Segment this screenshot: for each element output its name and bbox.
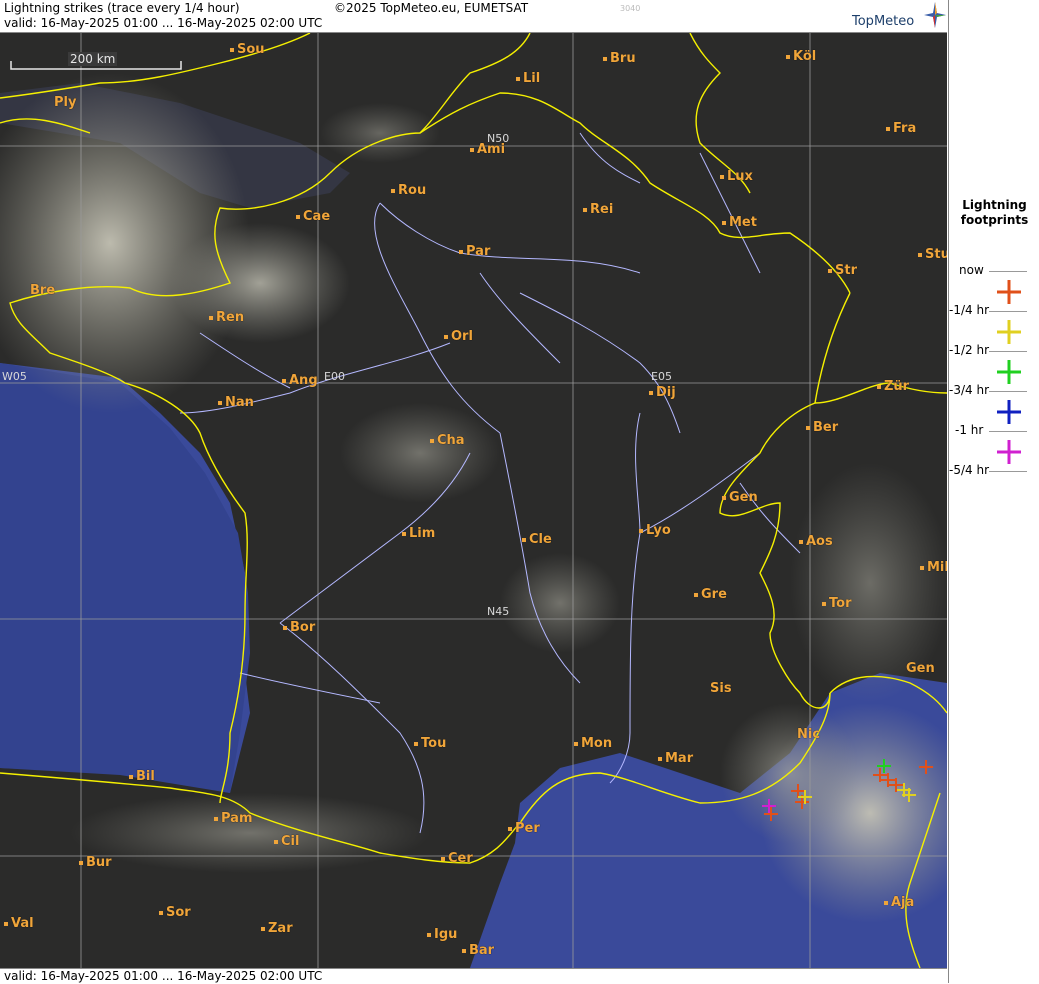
cloud-channel [320, 103, 440, 163]
satellite-map[interactable]: 200 km N50 N45 W05 E00 E05 Sou Bru Köl P… [0, 33, 947, 968]
city-label[interactable]: Nic [797, 727, 820, 742]
cloud-pyrenees [70, 793, 430, 873]
map-canvas [0, 33, 947, 968]
legend-divider [989, 391, 1027, 392]
city-label[interactable]: Sor [159, 905, 191, 920]
city-label[interactable]: Mon [574, 736, 612, 751]
cross-icon-quarter [997, 280, 1021, 304]
city-label[interactable]: Lyo [639, 523, 671, 538]
city-label[interactable]: Ami [470, 142, 505, 157]
grid-label-w05: W05 [2, 370, 27, 383]
city-label[interactable]: Lil [516, 71, 540, 86]
city-label[interactable]: Met [722, 215, 757, 230]
grid-label-e05: E05 [651, 370, 672, 383]
city-label[interactable]: Ber [806, 420, 838, 435]
compass-star-icon [924, 2, 946, 28]
cross-icon-hour [997, 400, 1021, 424]
city-label[interactable]: Bor [283, 620, 315, 635]
city-label[interactable]: Bar [462, 943, 494, 958]
cloud-massif [500, 553, 620, 653]
city-label[interactable]: Sou [230, 42, 265, 57]
cloud-centre [340, 403, 500, 503]
city-label[interactable]: Mar [658, 751, 693, 766]
map-code: 3040 [620, 4, 641, 13]
city-label[interactable]: Stu [918, 247, 947, 262]
city-label[interactable]: Bur [79, 855, 112, 870]
legend-divider [989, 351, 1027, 352]
city-label[interactable]: Aja [884, 895, 914, 910]
legend-label-three-quarter: -3/4 hr [949, 383, 989, 397]
city-label[interactable]: Dij [649, 385, 676, 400]
cross-icon-five-quarter [997, 440, 1021, 464]
city-label[interactable]: Tor [822, 596, 851, 611]
copyright-text: ©2025 TopMeteo.eu, EUMETSAT [334, 1, 529, 15]
city-label[interactable]: Par [459, 244, 490, 259]
city-label[interactable]: Ply [54, 95, 76, 110]
city-label[interactable]: Igu [427, 927, 457, 942]
legend-label-quarter: -1/4 hr [949, 303, 989, 317]
city-label[interactable]: Tou [414, 736, 446, 751]
city-label[interactable]: Gen [722, 490, 758, 505]
city-label[interactable]: Orl [444, 329, 473, 344]
grid-label-n45: N45 [487, 605, 510, 618]
legend-title: Lightning footprints [960, 198, 1029, 227]
legend-label-five-quarter: -5/4 hr [949, 463, 989, 477]
city-label[interactable]: Bil [129, 769, 155, 784]
cloud-west [170, 223, 350, 343]
cross-icon-half [997, 320, 1021, 344]
city-label[interactable]: Bre [30, 283, 55, 298]
city-label[interactable]: Nan [218, 395, 254, 410]
legend-divider [989, 431, 1027, 432]
city-label[interactable]: Cil [274, 834, 299, 849]
city-label[interactable]: Bru [603, 51, 636, 66]
city-label[interactable]: Ang [282, 373, 318, 388]
legend-panel: Lightning footprints now -1/4 hr -1/2 hr… [948, 0, 1039, 983]
city-label[interactable]: Sis [710, 681, 732, 696]
city-label[interactable]: Fra [886, 121, 916, 136]
city-label[interactable]: Köl [786, 49, 816, 64]
city-label[interactable]: Cer [441, 851, 473, 866]
grid-label-e00: E00 [324, 370, 345, 383]
city-label[interactable]: Gre [694, 587, 727, 602]
city-label[interactable]: Rei [583, 202, 613, 217]
city-label[interactable]: Mil [920, 560, 947, 575]
valid-time-top: valid: 16-May-2025 01:00 ... 16-May-2025… [4, 16, 323, 30]
cross-icon-three-quarter [997, 360, 1021, 384]
city-label[interactable]: Per [508, 821, 540, 836]
city-label[interactable]: Gen [906, 661, 935, 676]
city-label[interactable]: Val [4, 916, 34, 931]
city-label[interactable]: Str [828, 263, 857, 278]
city-label[interactable]: Lux [720, 169, 753, 184]
valid-time-bottom: valid: 16-May-2025 01:00 ... 16-May-2025… [4, 969, 323, 983]
legend-divider [989, 471, 1027, 472]
bay-of-biscay [0, 363, 250, 793]
city-label[interactable]: Cle [522, 532, 552, 547]
scale-label: 200 km [68, 52, 118, 66]
city-label[interactable]: Aos [799, 534, 833, 549]
city-label[interactable]: Ren [209, 310, 244, 325]
legend-label-hour: -1 hr [955, 423, 984, 437]
city-label[interactable]: Rou [391, 183, 426, 198]
legend-divider [989, 311, 1027, 312]
legend-label-half: -1/2 hr [949, 343, 989, 357]
city-label[interactable]: Cae [296, 209, 330, 224]
city-label[interactable]: Cha [430, 433, 465, 448]
footer-bar: valid: 16-May-2025 01:00 ... 16-May-2025… [0, 968, 947, 984]
legend-label-now: now [959, 263, 984, 277]
topmeteo-logo[interactable]: TopMeteo [852, 14, 914, 29]
legend-divider [989, 271, 1027, 272]
header-bar: Lightning strikes (trace every 1/4 hour)… [0, 0, 947, 33]
city-label[interactable]: Lim [402, 526, 435, 541]
city-label[interactable]: Zür [877, 379, 909, 394]
city-label[interactable]: Pam [214, 811, 253, 826]
map-title: Lightning strikes (trace every 1/4 hour) [4, 1, 240, 15]
city-label[interactable]: Zar [261, 921, 293, 936]
